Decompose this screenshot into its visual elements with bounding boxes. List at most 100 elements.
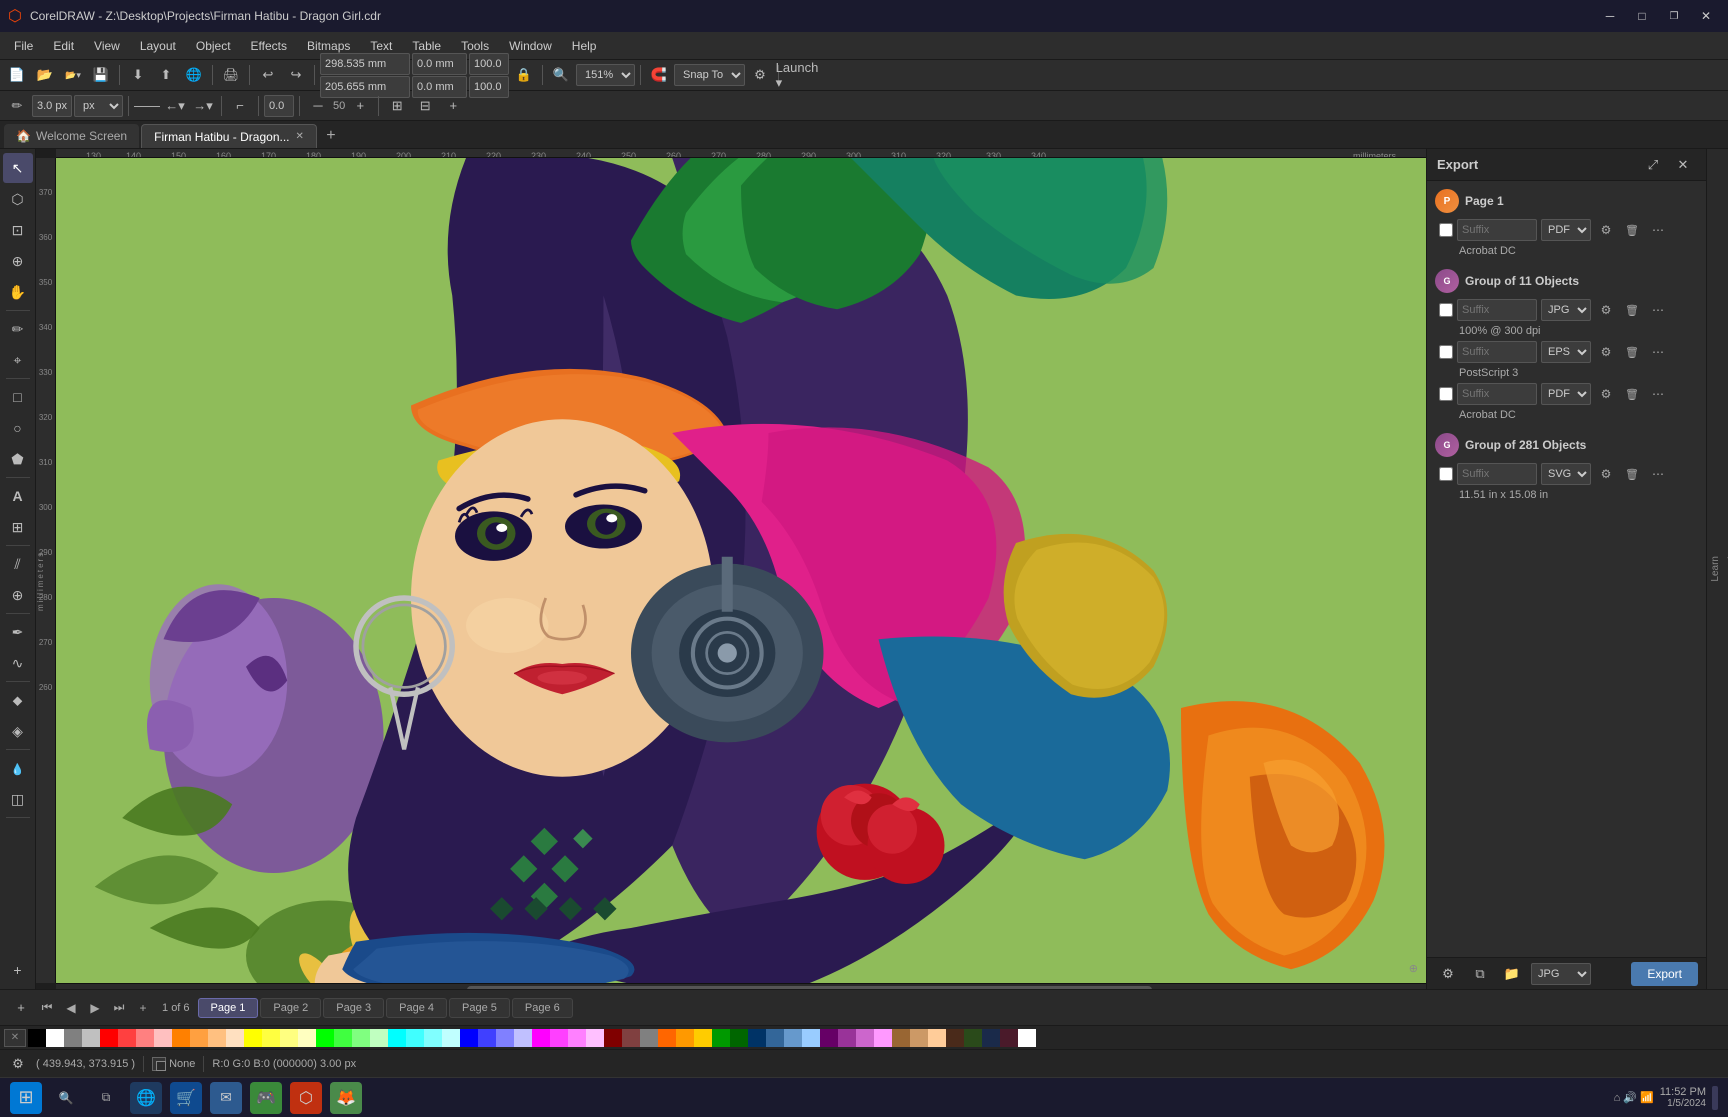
color-swatch[interactable] xyxy=(784,1029,802,1047)
group281-svg-suffix-input[interactable] xyxy=(1457,463,1537,485)
stroke-type-btn[interactable]: —— xyxy=(134,93,160,119)
restore-button[interactable]: ❐ xyxy=(1660,2,1688,30)
group11-jpg-more-btn[interactable] xyxy=(1647,299,1669,321)
menu-file[interactable]: File xyxy=(4,35,43,57)
color-swatch[interactable] xyxy=(1000,1029,1018,1047)
color-swatch[interactable] xyxy=(766,1029,784,1047)
open-recent-btn[interactable]: 📂▾ xyxy=(60,62,86,88)
group11-eps-settings-btn[interactable] xyxy=(1595,341,1617,363)
width-input[interactable] xyxy=(412,53,467,75)
lock-ratio-btn[interactable]: 🔒 xyxy=(511,62,537,88)
color-swatch[interactable] xyxy=(1018,1029,1036,1047)
group11-jpg-delete-btn[interactable] xyxy=(1621,299,1643,321)
color-swatch[interactable] xyxy=(820,1029,838,1047)
color-swatch[interactable] xyxy=(928,1029,946,1047)
group11-eps-delete-btn[interactable] xyxy=(1621,341,1643,363)
color-swatch[interactable] xyxy=(856,1029,874,1047)
color-swatch[interactable] xyxy=(946,1029,964,1047)
color-swatch[interactable] xyxy=(118,1029,136,1047)
stroke-unit-dropdown[interactable]: px mm xyxy=(74,95,123,117)
last-page-btn[interactable]: ⏭ xyxy=(108,997,130,1019)
color-swatch[interactable] xyxy=(568,1029,586,1047)
node-tool[interactable] xyxy=(3,184,33,214)
add-tool-btn[interactable]: + xyxy=(3,955,33,985)
pen-tool[interactable] xyxy=(3,617,33,647)
start-button[interactable]: ⊞ xyxy=(10,1082,42,1114)
parallel-dim-tool[interactable] xyxy=(3,549,33,579)
fill-indicator[interactable] xyxy=(152,1057,166,1071)
bspline-tool[interactable] xyxy=(3,648,33,678)
polygon-tool[interactable] xyxy=(3,444,33,474)
page1-pdf-delete-btn[interactable] xyxy=(1621,219,1643,241)
angle-input[interactable] xyxy=(264,95,294,117)
page1-pdf-format-select[interactable]: PDF JPG PNG SVG EPS xyxy=(1541,219,1591,241)
minimize-button[interactable]: ─ xyxy=(1596,2,1624,30)
group281-svg-format-select[interactable]: SVG JPG PDF PNG EPS xyxy=(1541,463,1591,485)
group11-eps-more-btn[interactable] xyxy=(1647,341,1669,363)
menu-layout[interactable]: Layout xyxy=(130,35,186,57)
smart-fill-tool[interactable] xyxy=(3,716,33,746)
table-tool[interactable] xyxy=(3,512,33,542)
taskbar-coreldraw[interactable]: ⬡ xyxy=(290,1082,322,1114)
add-page-btn2[interactable]: + xyxy=(132,997,154,1019)
group11-eps-checkbox[interactable] xyxy=(1439,345,1453,359)
export-btn-toolbar[interactable]: ⬆ xyxy=(153,62,179,88)
color-swatch[interactable] xyxy=(604,1029,622,1047)
first-page-btn[interactable]: ⏮ xyxy=(36,997,58,1019)
group11-jpg-settings-btn[interactable] xyxy=(1595,299,1617,321)
group281-svg-more-btn[interactable] xyxy=(1647,463,1669,485)
search-button[interactable]: 🔍 xyxy=(50,1082,82,1114)
group11-jpg-checkbox[interactable] xyxy=(1439,303,1453,317)
color-swatch[interactable] xyxy=(298,1029,316,1047)
color-swatch[interactable] xyxy=(982,1029,1000,1047)
tab-welcome[interactable]: 🏠 Welcome Screen xyxy=(4,124,139,148)
group11-jpg-suffix-input[interactable] xyxy=(1457,299,1537,321)
select-tool[interactable] xyxy=(3,153,33,183)
page-tab-4[interactable]: Page 4 xyxy=(386,998,447,1018)
no-color-swatch[interactable]: ✕ xyxy=(4,1029,26,1047)
task-view-button[interactable]: ⧉ xyxy=(90,1082,122,1114)
opacity-minus-btn[interactable]: ─ xyxy=(305,93,331,119)
color-swatch[interactable] xyxy=(838,1029,856,1047)
color-swatch[interactable] xyxy=(316,1029,334,1047)
group11-eps-format-select[interactable]: EPS JPG PDF PNG SVG xyxy=(1541,341,1591,363)
group281-svg-delete-btn[interactable] xyxy=(1621,463,1643,485)
page-tab-6[interactable]: Page 6 xyxy=(512,998,573,1018)
page1-pdf-more-btn[interactable] xyxy=(1647,219,1669,241)
opacity-plus-btn[interactable]: + xyxy=(347,93,373,119)
color-swatch[interactable] xyxy=(424,1029,442,1047)
zoom-tool[interactable] xyxy=(3,246,33,276)
color-swatch[interactable] xyxy=(712,1029,730,1047)
color-swatch[interactable] xyxy=(694,1029,712,1047)
color-swatch[interactable] xyxy=(748,1029,766,1047)
group11-pdf2-more-btn[interactable] xyxy=(1647,383,1669,405)
export-settings-icon[interactable]: ⚙ xyxy=(1435,961,1461,987)
group11-jpg-format-select[interactable]: JPG PDF PNG SVG EPS xyxy=(1541,299,1591,321)
learn-tab[interactable]: Learn xyxy=(1707,548,1724,590)
redo-btn[interactable]: ↪ xyxy=(283,62,309,88)
undo-btn[interactable]: ↩ xyxy=(255,62,281,88)
save-btn[interactable]: 💾 xyxy=(88,62,114,88)
pan-tool[interactable] xyxy=(3,277,33,307)
color-swatch[interactable] xyxy=(676,1029,694,1047)
text-tool[interactable] xyxy=(3,481,33,511)
color-swatch[interactable] xyxy=(622,1029,640,1047)
color-swatch[interactable] xyxy=(802,1029,820,1047)
taskbar-xbox[interactable]: 🎮 xyxy=(250,1082,282,1114)
canvas-scrollbar[interactable] xyxy=(56,983,1426,989)
color-swatch[interactable] xyxy=(442,1029,460,1047)
corner-btn[interactable]: ⌐ xyxy=(227,93,253,119)
maximize-button[interactable]: □ xyxy=(1628,2,1656,30)
export-button[interactable]: Export xyxy=(1631,962,1698,986)
stroke-indicator[interactable] xyxy=(156,1061,166,1071)
snap-dropdown[interactable]: Snap To xyxy=(674,64,745,86)
color-swatch[interactable] xyxy=(550,1029,568,1047)
color-swatch[interactable] xyxy=(910,1029,928,1047)
color-swatch[interactable] xyxy=(964,1029,982,1047)
color-swatch[interactable] xyxy=(370,1029,388,1047)
zoom-out-btn[interactable]: 🔍 xyxy=(548,62,574,88)
taskbar-mail[interactable]: ✉ xyxy=(210,1082,242,1114)
menu-edit[interactable]: Edit xyxy=(43,35,84,57)
properties-tab[interactable]: Properties xyxy=(1724,538,1728,600)
align-grid-btn[interactable]: ⊞ xyxy=(384,93,410,119)
